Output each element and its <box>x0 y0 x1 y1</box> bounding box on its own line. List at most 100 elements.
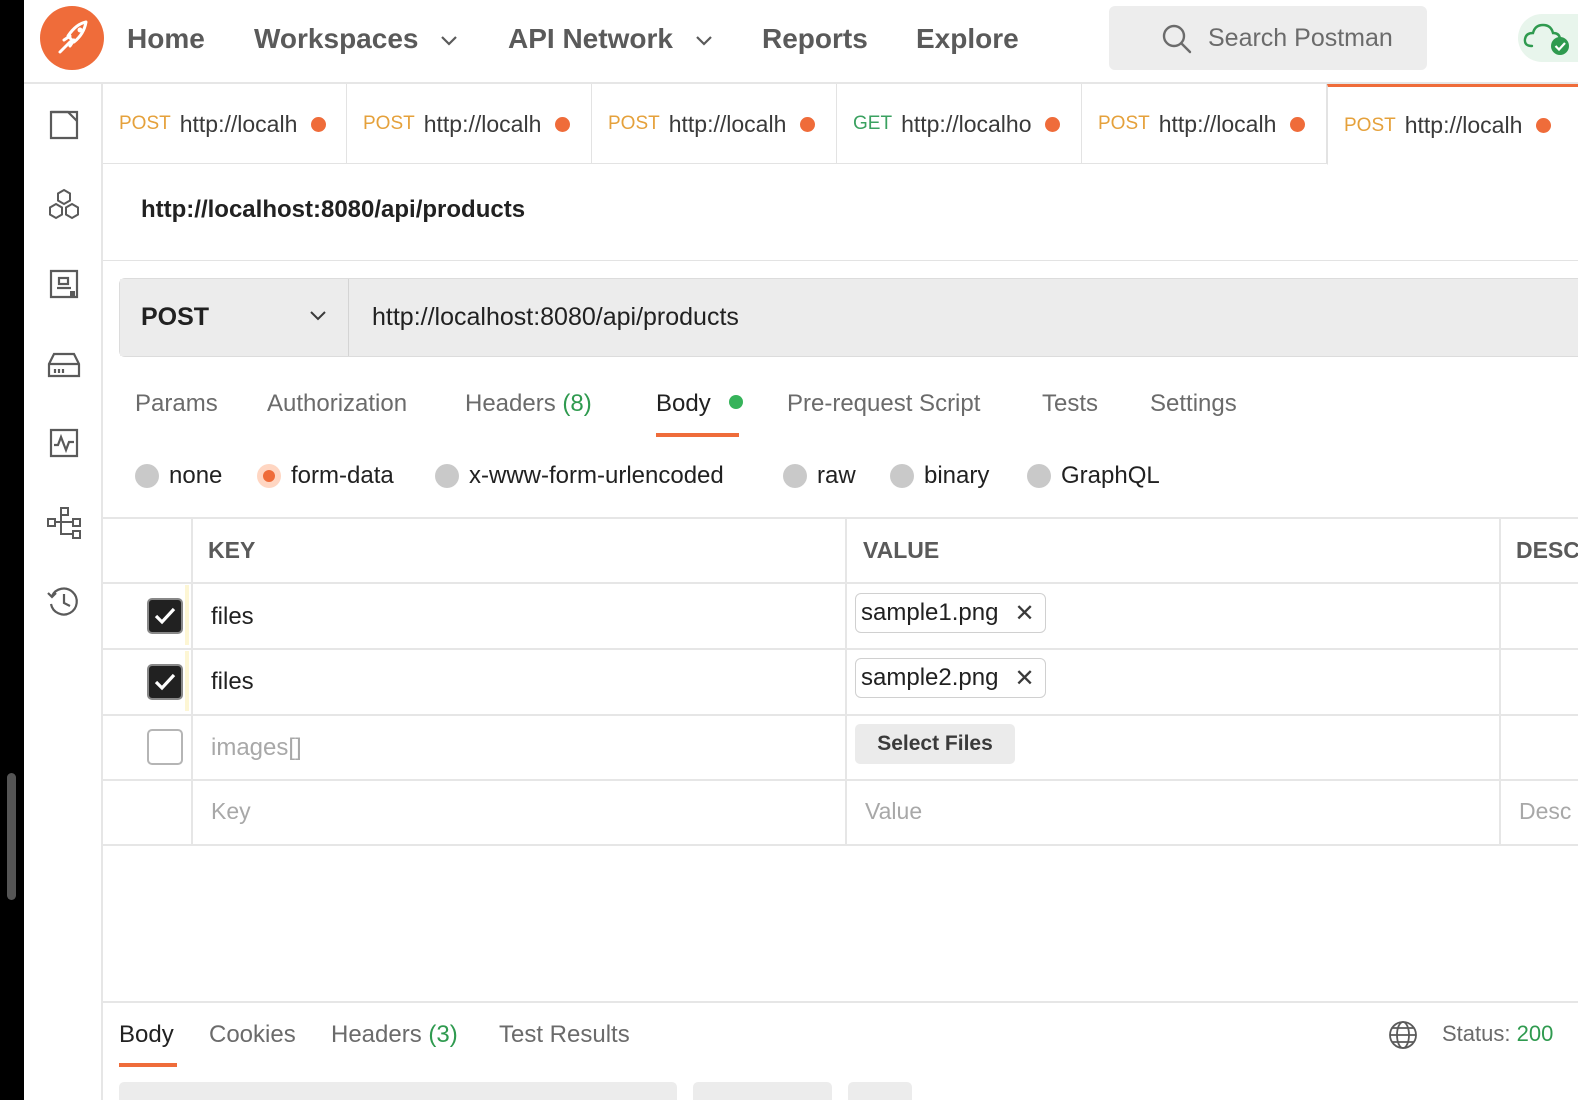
radio-binary[interactable]: binary <box>890 462 989 490</box>
flows-icon[interactable] <box>46 504 82 540</box>
response-toolbar-segment[interactable] <box>119 1082 677 1100</box>
cloud-sync-icon <box>1523 23 1569 55</box>
request-tab[interactable]: POST http://localh <box>103 84 347 164</box>
mock-servers-icon[interactable] <box>46 346 82 382</box>
checkmark-icon <box>154 607 176 625</box>
chevron-down-icon <box>310 311 326 321</box>
file-name: sample1.png <box>861 599 999 626</box>
select-files-button[interactable]: Select Files <box>855 724 1015 764</box>
table-border <box>103 844 1578 846</box>
tab-url: http://localh <box>179 110 298 137</box>
request-tab[interactable]: POST http://localh <box>592 84 837 164</box>
request-title[interactable]: http://localhost:8080/api/products <box>141 196 525 224</box>
tab-params[interactable]: Params <box>135 390 218 418</box>
response-toolbar-button[interactable] <box>848 1082 912 1100</box>
sync-status-button[interactable] <box>1518 14 1578 62</box>
unsaved-dot-icon <box>1536 118 1552 133</box>
search-input[interactable] <box>1208 6 1418 70</box>
nav-api-network[interactable]: API Network <box>508 20 713 58</box>
headers-count: (8) <box>562 390 592 417</box>
response-tab-headers[interactable]: Headers (3) <box>331 1021 458 1049</box>
tab-method: POST <box>1098 113 1150 134</box>
rocket-icon <box>58 20 88 54</box>
search-box[interactable] <box>1109 6 1427 70</box>
nav-api-network-label: API Network <box>508 23 673 54</box>
postman-logo[interactable] <box>40 6 104 70</box>
method-select[interactable]: POST <box>120 279 349 356</box>
nav-workspaces[interactable]: Workspaces <box>254 20 458 58</box>
monitors-icon[interactable] <box>46 425 82 461</box>
checkmark-icon <box>154 673 176 691</box>
row-enabled-checkbox[interactable] <box>147 598 183 634</box>
environments-icon[interactable] <box>46 266 82 302</box>
radio-circle-selected <box>257 464 281 488</box>
url-bar: POST <box>119 278 1578 357</box>
nav-home[interactable]: Home <box>127 20 205 58</box>
response-divider[interactable] <box>103 1001 1578 1003</box>
request-tab[interactable]: GET http://localho <box>837 84 1082 164</box>
url-input[interactable] <box>350 279 1578 356</box>
close-icon[interactable]: ✕ <box>1014 599 1034 628</box>
row-key[interactable]: images[] <box>211 734 302 762</box>
radio-none[interactable]: none <box>135 462 222 490</box>
unsaved-dot-icon <box>1045 116 1061 132</box>
tab-headers[interactable]: Headers (8) <box>465 390 592 418</box>
globe-icon[interactable] <box>1387 1019 1419 1051</box>
radio-label: none <box>169 462 223 489</box>
file-chip[interactable]: sample2.png ✕ <box>855 658 1046 698</box>
status-code: 200 <box>1516 1021 1554 1046</box>
side-rail <box>24 84 103 1100</box>
active-tab-underline <box>656 433 739 437</box>
request-tab-active[interactable]: POST http://localh <box>1327 84 1578 165</box>
collections-icon[interactable] <box>46 107 82 143</box>
column-header-key: KEY <box>208 537 256 563</box>
response-tab-test-results[interactable]: Test Results <box>499 1021 630 1049</box>
file-chip[interactable]: sample1.png ✕ <box>855 593 1046 633</box>
tab-body-label: Body <box>656 390 711 417</box>
radio-form-data[interactable]: form-data <box>257 462 394 490</box>
response-tab-cookies[interactable]: Cookies <box>209 1021 296 1049</box>
request-tab[interactable]: POST http://localh <box>1082 84 1327 164</box>
close-icon[interactable]: ✕ <box>1014 664 1034 693</box>
apis-icon[interactable] <box>46 187 82 223</box>
response-tab-body[interactable]: Body <box>119 1021 174 1049</box>
window-scrollbar[interactable] <box>7 773 16 900</box>
row-key[interactable]: files <box>211 603 254 631</box>
new-key-input[interactable] <box>211 795 831 827</box>
radio-x-www-form-urlencoded[interactable]: x-www-form-urlencoded <box>435 462 724 490</box>
radio-circle <box>435 464 459 488</box>
tab-pre-request-script[interactable]: Pre-request Script <box>787 390 980 418</box>
table-border <box>103 779 1578 781</box>
row-modified-marker <box>185 651 189 711</box>
table-border <box>103 714 1578 716</box>
tab-settings[interactable]: Settings <box>1150 390 1237 418</box>
row-enabled-checkbox[interactable] <box>147 729 183 765</box>
tab-tests[interactable]: Tests <box>1042 390 1098 418</box>
request-tab[interactable]: POST http://localh <box>347 84 592 164</box>
history-icon[interactable] <box>46 584 82 620</box>
row-enabled-checkbox[interactable] <box>147 664 183 700</box>
nav-reports[interactable]: Reports <box>762 20 868 58</box>
status-label: Status: <box>1442 1021 1511 1046</box>
row-modified-marker <box>185 585 189 645</box>
response-toolbar-button[interactable] <box>693 1082 832 1100</box>
nav-workspaces-label: Workspaces <box>254 23 419 54</box>
radio-label: binary <box>924 462 990 489</box>
nav-explore[interactable]: Explore <box>916 20 1019 58</box>
search-icon <box>1162 24 1192 54</box>
tab-body[interactable]: Body <box>656 390 744 418</box>
form-data-table: KEY VALUE DESC files sample1.png ✕ files… <box>103 517 1578 846</box>
new-value-input[interactable] <box>865 795 1485 827</box>
new-description-input[interactable] <box>1519 795 1578 827</box>
tab-url: http://localh <box>1404 112 1523 138</box>
tab-authorization[interactable]: Authorization <box>267 390 407 418</box>
column-header-value: VALUE <box>863 537 940 563</box>
response-headers-label: Headers <box>331 1021 422 1048</box>
unsaved-dot-icon <box>311 116 327 132</box>
radio-circle <box>783 464 807 488</box>
radio-raw[interactable]: raw <box>783 462 856 490</box>
radio-label: form-data <box>291 462 394 489</box>
radio-graphql[interactable]: GraphQL <box>1027 462 1160 490</box>
row-key[interactable]: files <box>211 668 254 696</box>
nav-home-label: Home <box>127 23 205 54</box>
